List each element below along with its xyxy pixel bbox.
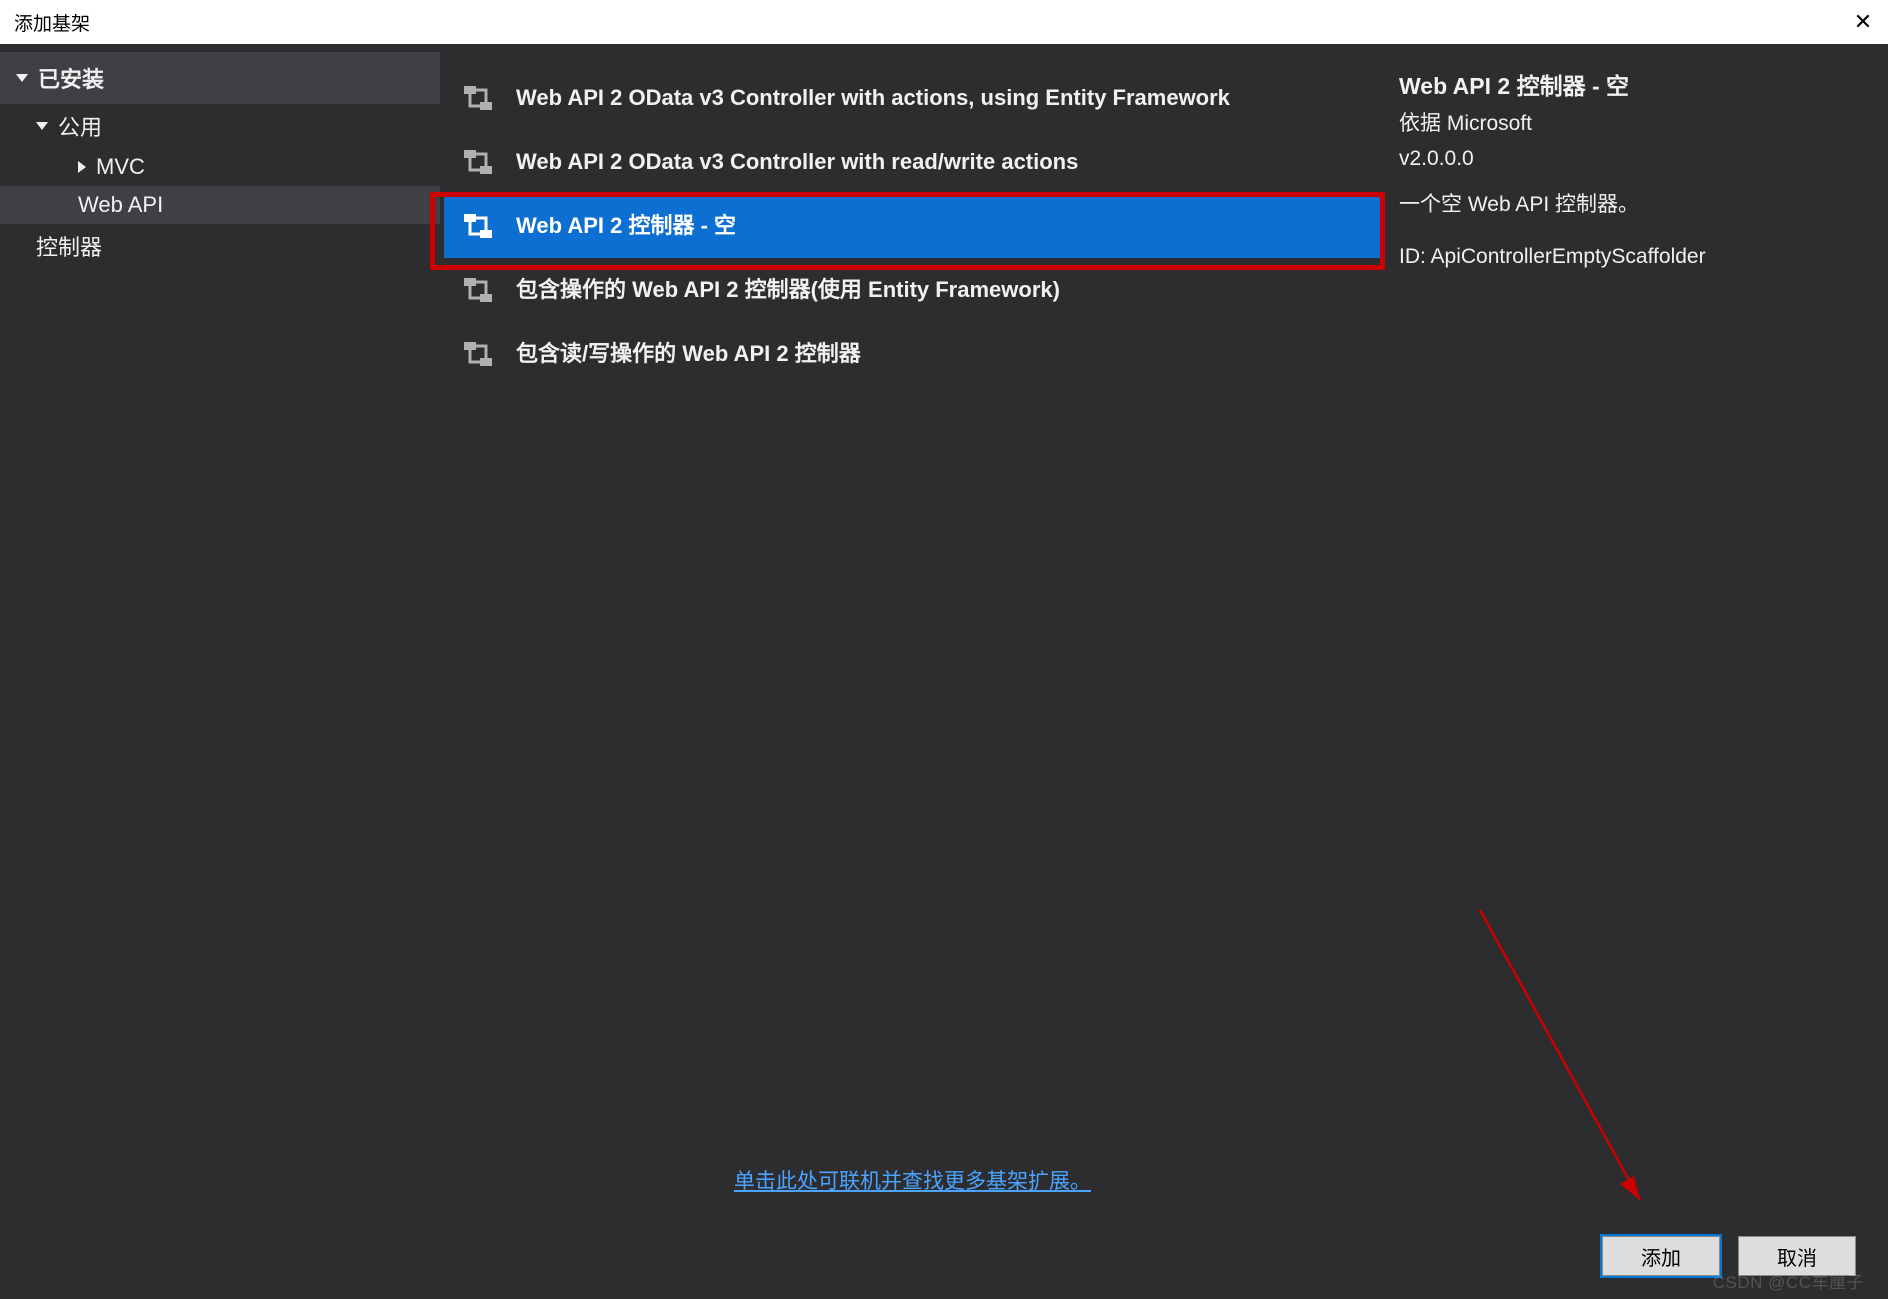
caret-down-icon — [36, 122, 48, 130]
footer: 添加 取消 — [0, 1213, 1888, 1299]
scaffold-item-rw-actions[interactable]: 包含读/写操作的 Web API 2 控制器 — [444, 322, 1381, 386]
tree-item-common[interactable]: 公用 — [0, 104, 440, 148]
scaffold-item-label: Web API 2 控制器 - 空 — [516, 211, 1367, 241]
scaffold-item-ef-actions[interactable]: 包含操作的 Web API 2 控制器(使用 Entity Framework) — [444, 258, 1381, 322]
close-button[interactable]: ✕ — [1840, 0, 1886, 44]
tree-header-label: 已安装 — [38, 62, 104, 94]
add-button[interactable]: 添加 — [1602, 1236, 1720, 1276]
controller-icon — [458, 78, 498, 118]
details-panel: Web API 2 控制器 - 空 依据 Microsoft v2.0.0.0 … — [1385, 44, 1888, 1213]
controller-icon — [458, 270, 498, 310]
caret-down-icon — [16, 74, 28, 82]
tree-item-label: Web API — [78, 192, 163, 218]
details-description: 一个空 Web API 控制器。 — [1399, 188, 1868, 222]
details-version: v2.0.0.0 — [1399, 142, 1868, 176]
cancel-button[interactable]: 取消 — [1738, 1236, 1856, 1276]
scaffold-item-empty-controller[interactable]: Web API 2 控制器 - 空 — [444, 194, 1381, 258]
close-icon: ✕ — [1854, 9, 1872, 35]
scaffold-item-label: Web API 2 OData v3 Controller with actio… — [516, 83, 1367, 113]
tree-item-label: MVC — [96, 154, 145, 180]
scaffold-item-odata-rw[interactable]: Web API 2 OData v3 Controller with read/… — [444, 130, 1381, 194]
titlebar: 添加基架 ✕ — [0, 0, 1888, 44]
tree-item-controller[interactable]: 控制器 — [0, 224, 440, 268]
scaffold-item-odata-ef[interactable]: Web API 2 OData v3 Controller with actio… — [444, 66, 1381, 130]
tree-item-label: 公用 — [58, 110, 102, 142]
details-by: 依据 Microsoft — [1399, 107, 1868, 141]
sidebar: 已安装 公用 MVC Web API 控制器 — [0, 44, 440, 1213]
scaffold-item-label: Web API 2 OData v3 Controller with read/… — [516, 147, 1367, 177]
details-id: ID: ApiControllerEmptyScaffolder — [1399, 240, 1868, 274]
tree-item-mvc[interactable]: MVC — [0, 148, 440, 186]
controller-icon — [458, 334, 498, 374]
caret-right-icon — [78, 161, 86, 173]
more-extensions-link[interactable]: 单击此处可联机并查找更多基架扩展。 — [734, 1170, 1091, 1193]
window-title: 添加基架 — [14, 9, 90, 36]
more-extensions-row: 单击此处可联机并查找更多基架扩展。 — [440, 1147, 1385, 1203]
scaffold-item-label: 包含操作的 Web API 2 控制器(使用 Entity Framework) — [516, 275, 1367, 305]
tree-item-label: 控制器 — [36, 230, 102, 262]
tree-header-installed[interactable]: 已安装 — [0, 52, 440, 104]
scaffold-list: Web API 2 OData v3 Controller with actio… — [440, 66, 1385, 1147]
scaffold-panel: Web API 2 OData v3 Controller with actio… — [440, 44, 1385, 1213]
controller-icon — [458, 206, 498, 246]
controller-icon — [458, 142, 498, 182]
scaffold-item-label: 包含读/写操作的 Web API 2 控制器 — [516, 339, 1367, 369]
tree-item-webapi[interactable]: Web API — [0, 186, 440, 224]
details-title: Web API 2 控制器 - 空 — [1399, 68, 1868, 105]
